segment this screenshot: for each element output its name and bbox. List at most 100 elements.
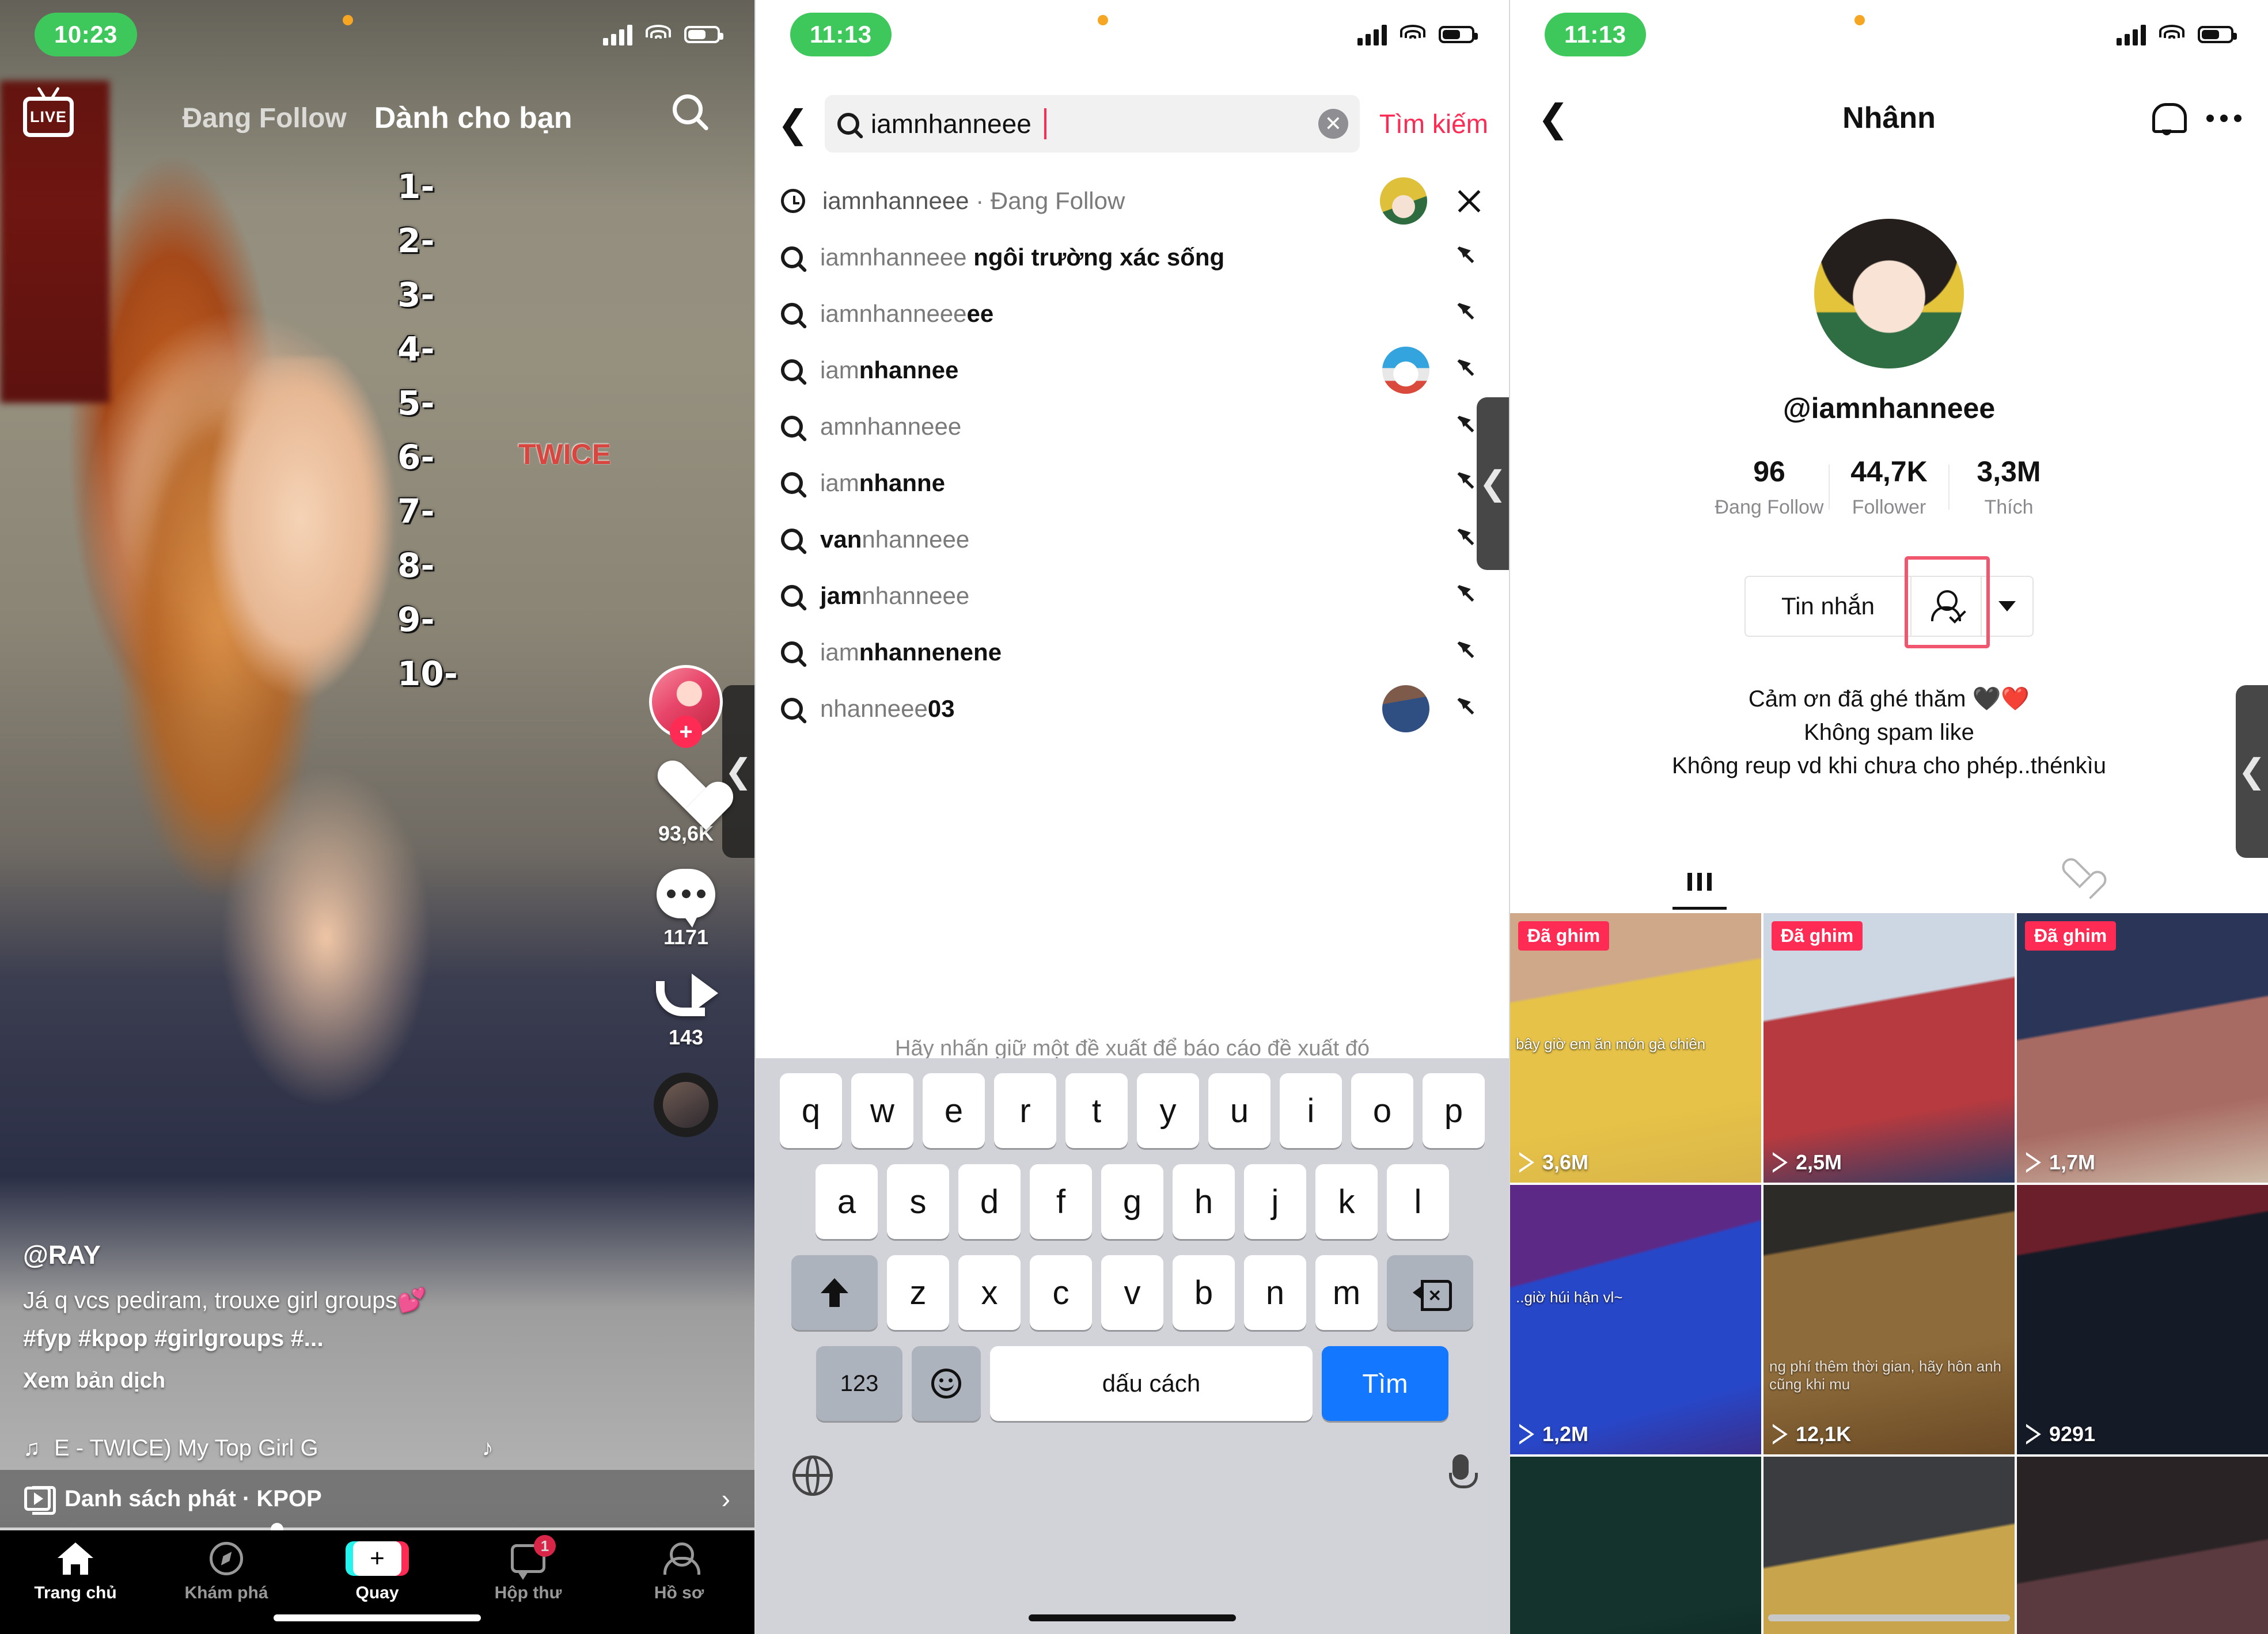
- space-key[interactable]: dấu cách: [990, 1346, 1313, 1421]
- tab-videos-grid[interactable]: [1510, 841, 1889, 910]
- video-thumbnail[interactable]: 9291: [2017, 1185, 2268, 1454]
- side-panel-handle[interactable]: ❮: [1477, 397, 1509, 570]
- key-d[interactable]: d: [958, 1164, 1021, 1239]
- comment-button[interactable]: 1171: [657, 869, 715, 949]
- suggestion-avatar[interactable]: [1380, 177, 1427, 225]
- arrow-up-left-icon[interactable]: [1457, 301, 1484, 327]
- key-z[interactable]: z: [887, 1255, 949, 1330]
- stat-following[interactable]: 96 Đang Follow: [1710, 455, 1829, 519]
- key-x[interactable]: x: [958, 1255, 1021, 1330]
- side-panel-handle[interactable]: ❮: [2236, 685, 2268, 858]
- key-l[interactable]: l: [1387, 1164, 1449, 1239]
- key-v[interactable]: v: [1101, 1255, 1163, 1330]
- list-item[interactable]: iamnhanne: [756, 455, 1509, 511]
- key-p[interactable]: p: [1423, 1073, 1485, 1148]
- arrow-up-left-icon[interactable]: [1457, 244, 1484, 271]
- key-y[interactable]: y: [1137, 1073, 1199, 1148]
- key-h[interactable]: h: [1173, 1164, 1235, 1239]
- key-r[interactable]: r: [994, 1073, 1056, 1148]
- share-button[interactable]: 143: [656, 972, 718, 1050]
- music-row[interactable]: ♫ E - TWICE) My Top Girl G ♪: [23, 1435, 494, 1461]
- video-thumbnail[interactable]: Đã ghim bây giờ em ăn món gà chiên 3,6M: [1510, 913, 1761, 1183]
- key-b[interactable]: b: [1173, 1255, 1235, 1330]
- follow-plus-icon[interactable]: +: [670, 716, 702, 748]
- globe-icon[interactable]: [792, 1456, 833, 1496]
- video-thumbnail[interactable]: ..giờ húi hận vl~ 1,2M: [1510, 1185, 1761, 1454]
- see-translation-link[interactable]: Xem bản dịch: [23, 1369, 541, 1393]
- tab-trang-chu[interactable]: Trang chủ: [0, 1541, 151, 1603]
- key-a[interactable]: a: [816, 1164, 878, 1239]
- search-submit-button[interactable]: Tìm kiếm: [1375, 108, 1488, 139]
- key-c[interactable]: c: [1030, 1255, 1092, 1330]
- video-thumbnail[interactable]: Đã ghim 1,7M: [2017, 913, 2268, 1183]
- arrow-up-left-icon[interactable]: [1457, 583, 1484, 609]
- chevron-right-icon[interactable]: ›: [722, 1483, 730, 1514]
- key-s[interactable]: s: [887, 1164, 949, 1239]
- video-thumbnail[interactable]: [1510, 1457, 1761, 1634]
- close-icon[interactable]: [1455, 187, 1484, 215]
- creator-avatar[interactable]: +: [649, 665, 723, 748]
- clear-search-button[interactable]: ✕: [1318, 109, 1348, 139]
- search-input[interactable]: iamnhanneee ✕: [825, 95, 1360, 153]
- tab-quay[interactable]: + Quay: [302, 1541, 453, 1603]
- key-f[interactable]: f: [1030, 1164, 1092, 1239]
- chevron-down-icon[interactable]: [1982, 576, 2034, 637]
- list-item[interactable]: vannhanneee: [756, 511, 1509, 568]
- key-g[interactable]: g: [1101, 1164, 1163, 1239]
- list-item[interactable]: iamnhannee: [756, 342, 1509, 398]
- list-item[interactable]: iamnhannenene: [756, 624, 1509, 681]
- creator-username[interactable]: @RAY: [23, 1240, 541, 1270]
- key-k[interactable]: k: [1315, 1164, 1378, 1239]
- search-icon[interactable]: [673, 94, 720, 142]
- arrow-up-left-icon[interactable]: [1457, 696, 1484, 722]
- back-chevron-icon[interactable]: ❮: [776, 101, 810, 146]
- following-button[interactable]: [1912, 576, 1982, 637]
- emoji-icon[interactable]: [912, 1346, 981, 1421]
- list-item[interactable]: amnhanneee: [756, 398, 1509, 455]
- key-w[interactable]: w: [851, 1073, 913, 1148]
- list-item[interactable]: nhanneee03: [756, 681, 1509, 737]
- arrow-up-left-icon[interactable]: [1457, 357, 1484, 383]
- numbers-key[interactable]: 123: [816, 1346, 902, 1421]
- music-disc-icon[interactable]: [654, 1073, 718, 1137]
- video-thumbnail[interactable]: [1763, 1457, 2015, 1634]
- tab-kham-pha[interactable]: Khám phá: [151, 1541, 302, 1603]
- key-e[interactable]: e: [923, 1073, 985, 1148]
- key-j[interactable]: j: [1244, 1164, 1306, 1239]
- stat-followers[interactable]: 44,7K Follower: [1830, 455, 1948, 519]
- message-button[interactable]: Tin nhắn: [1744, 576, 1912, 637]
- video-thumbnail[interactable]: ng phí thêm thời gian, hãy hôn anh cũng …: [1763, 1185, 2015, 1454]
- live-icon[interactable]: LIVE: [23, 91, 74, 137]
- list-item[interactable]: iamnhanneee ngôi trường xác sống: [756, 229, 1509, 286]
- tab-danh-cho-ban[interactable]: Dành cho bạn: [374, 101, 572, 135]
- key-n[interactable]: n: [1244, 1255, 1306, 1330]
- key-u[interactable]: u: [1208, 1073, 1270, 1148]
- like-button[interactable]: 93,6K: [657, 762, 715, 846]
- search-go-key[interactable]: Tìm: [1322, 1346, 1448, 1421]
- key-i[interactable]: i: [1280, 1073, 1342, 1148]
- tab-dang-follow[interactable]: Đang Follow: [182, 102, 346, 134]
- shift-icon[interactable]: [791, 1255, 878, 1330]
- suggestion-avatar[interactable]: [1382, 347, 1429, 394]
- stat-likes[interactable]: 3,3M Thích: [1950, 455, 2068, 519]
- microphone-icon[interactable]: [1449, 1454, 1478, 1497]
- video-thumbnail[interactable]: Đã ghim 2,5M: [1763, 913, 2015, 1183]
- bell-icon[interactable]: [2152, 101, 2187, 135]
- side-panel-handle[interactable]: ❮: [722, 685, 754, 858]
- tab-liked-private[interactable]: [1889, 841, 2268, 910]
- avatar[interactable]: [1814, 219, 1964, 368]
- video-thumbnail[interactable]: [2017, 1457, 2268, 1634]
- key-t[interactable]: t: [1065, 1073, 1128, 1148]
- key-o[interactable]: o: [1351, 1073, 1413, 1148]
- key-q[interactable]: q: [780, 1073, 842, 1148]
- key-m[interactable]: m: [1315, 1255, 1378, 1330]
- list-item[interactable]: jamnhanneee: [756, 568, 1509, 624]
- suggestion-avatar[interactable]: [1382, 685, 1429, 732]
- backspace-icon[interactable]: ✕: [1387, 1255, 1473, 1330]
- playlist-bar[interactable]: Danh sách phát · KPOP ›: [0, 1470, 754, 1527]
- arrow-up-left-icon[interactable]: [1457, 639, 1484, 666]
- tab-hop-thu[interactable]: 1 Hộp thư: [453, 1535, 604, 1603]
- tab-ho-so[interactable]: Hồ sơ: [604, 1541, 754, 1603]
- list-item[interactable]: iamnhanneeeee: [756, 286, 1509, 342]
- caption-hashtags[interactable]: #fyp #kpop #girlgroups #...: [23, 1322, 541, 1355]
